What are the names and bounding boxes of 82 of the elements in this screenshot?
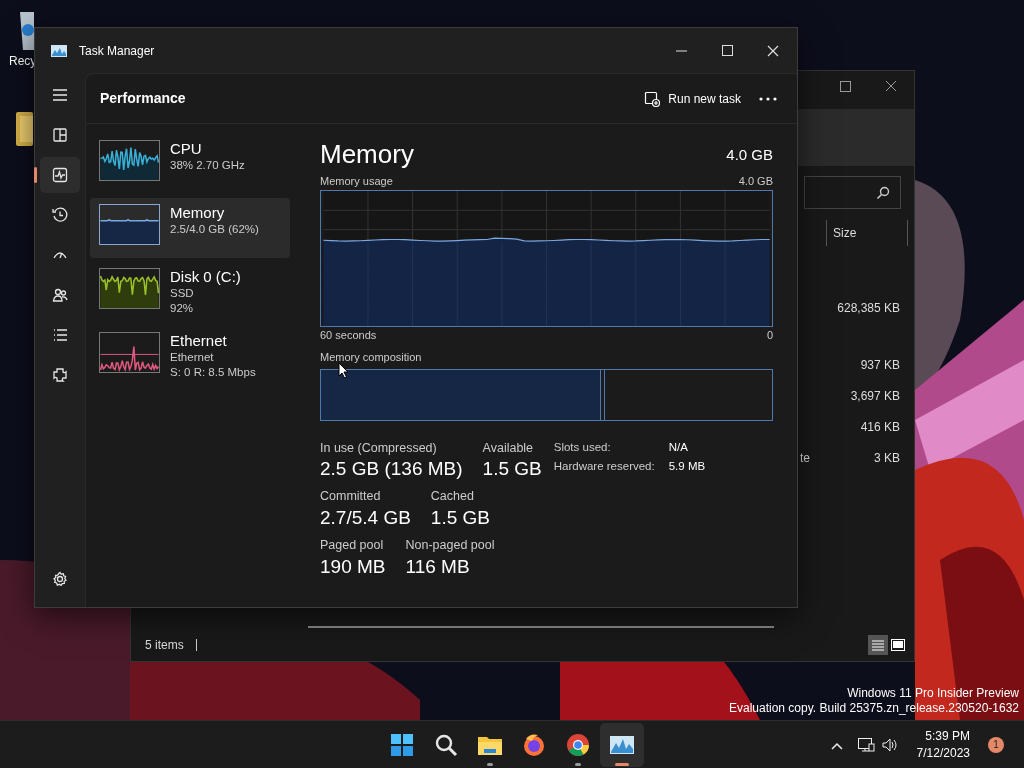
chevron-icon (830, 741, 843, 750)
puzzle-icon (51, 366, 69, 384)
graph-max-label: 4.0 GB (738, 174, 773, 189)
device-detail: 2.5/4.0 GB (62%) (170, 222, 259, 237)
settings-icon (51, 570, 69, 588)
device-item[interactable]: Memory 2.5/4.0 GB (62%) (90, 198, 290, 258)
item-count: 5 items (145, 637, 184, 654)
file-size: 3,697 KB (850, 387, 900, 405)
graph-label: Memory usage (320, 174, 393, 189)
cursor-icon (338, 362, 349, 379)
usage-graph-drawing (99, 204, 160, 245)
maximize-icon (839, 80, 851, 92)
maximize-icon (721, 45, 733, 56)
stat-value: 1.5 GB (430, 506, 490, 530)
close-icon (767, 44, 779, 57)
stat-label: In use (Compressed) (320, 439, 438, 457)
device-name: Ethernet (170, 332, 228, 350)
device-name: Disk 0 (C:) (170, 268, 241, 286)
stat-value: 116 MB (405, 554, 471, 579)
notification-badge[interactable]: 1 (988, 736, 1004, 753)
file-size: 937 KB (860, 356, 900, 374)
usage-graph-drawing (99, 332, 160, 373)
new-task-icon (644, 90, 661, 107)
list-icon (871, 639, 885, 651)
usage-graph-drawing (99, 140, 160, 181)
users-icon (51, 286, 69, 304)
list-icon (51, 326, 69, 344)
file-name: te (800, 449, 810, 467)
stat-value: 5.9 MB (668, 458, 706, 474)
stat-label: Available (482, 439, 535, 457)
start-icon (388, 731, 416, 759)
device-detail: SSD (170, 286, 195, 301)
usage-graph-drawing (99, 268, 160, 309)
run-new-task-button[interactable]: Run new task (638, 85, 747, 112)
scrollbar[interactable] (308, 626, 774, 629)
stat-value: 2.5 GB (136 MB) (320, 457, 463, 482)
column-header[interactable]: Size (826, 220, 908, 246)
time-axis-label: 60 seconds (320, 327, 377, 343)
device-detail: Ethernet (170, 350, 215, 365)
search-field[interactable] (804, 176, 901, 209)
stat-label: Committed (320, 488, 382, 506)
history-icon (51, 206, 69, 224)
stat-value: N/A (668, 439, 689, 455)
device-name: Memory (170, 204, 226, 222)
device-detail: S: 0 R: 8.5 Mbps (170, 365, 256, 380)
clock[interactable]: 5:39 PM 7/12/2023 (916, 727, 970, 762)
preview-icon (891, 639, 905, 651)
taskbar-button[interactable] (600, 723, 644, 767)
minimize-icon (675, 49, 687, 52)
close-icon (885, 80, 897, 92)
stat-label: Non-paged pool (405, 537, 495, 554)
pulse-icon (51, 166, 69, 184)
page-title: Performance (100, 89, 186, 108)
stat-label: Cached (430, 488, 475, 506)
chart-icon (51, 44, 67, 57)
more-icon (759, 96, 777, 101)
file-size: 3 KB (874, 449, 900, 467)
detail-title: Memory (320, 138, 414, 170)
total-memory: 4.0 GB (726, 144, 773, 165)
device-item[interactable]: CPU 38% 2.70 GHz (90, 134, 290, 194)
stat-label: Paged pool (320, 537, 385, 554)
stat-label: Slots used: (553, 439, 612, 455)
file-size: 416 KB (860, 418, 900, 436)
stat-value: 2.7/5.4 GB (320, 506, 411, 530)
stat-value: 190 MB (320, 554, 386, 579)
browser-icon (564, 731, 592, 759)
grid-icon (51, 126, 69, 144)
time-axis-label: 0 (766, 327, 773, 343)
device-item[interactable]: Ethernet Ethernet S: 0 R: 8.5 Mbps (90, 326, 290, 386)
device-item[interactable]: Disk 0 (C:) SSD 92% (90, 262, 290, 322)
notice-text: Windows 11 Pro Insider Preview (846, 686, 1019, 701)
file-size: 628,385 KB (837, 299, 900, 317)
network-icon[interactable] (856, 735, 875, 754)
composition-label: Memory composition (320, 350, 423, 365)
stat-label: Hardware reserved: (553, 458, 656, 474)
device-name: CPU (170, 140, 203, 158)
search-icon (876, 185, 890, 200)
stat-value: 1.5 GB (482, 457, 542, 482)
window-title: Task Manager (79, 42, 155, 60)
device-detail: 92% (170, 301, 195, 316)
menu-icon (51, 86, 69, 104)
device-detail: 38% 2.70 GHz (170, 158, 245, 173)
